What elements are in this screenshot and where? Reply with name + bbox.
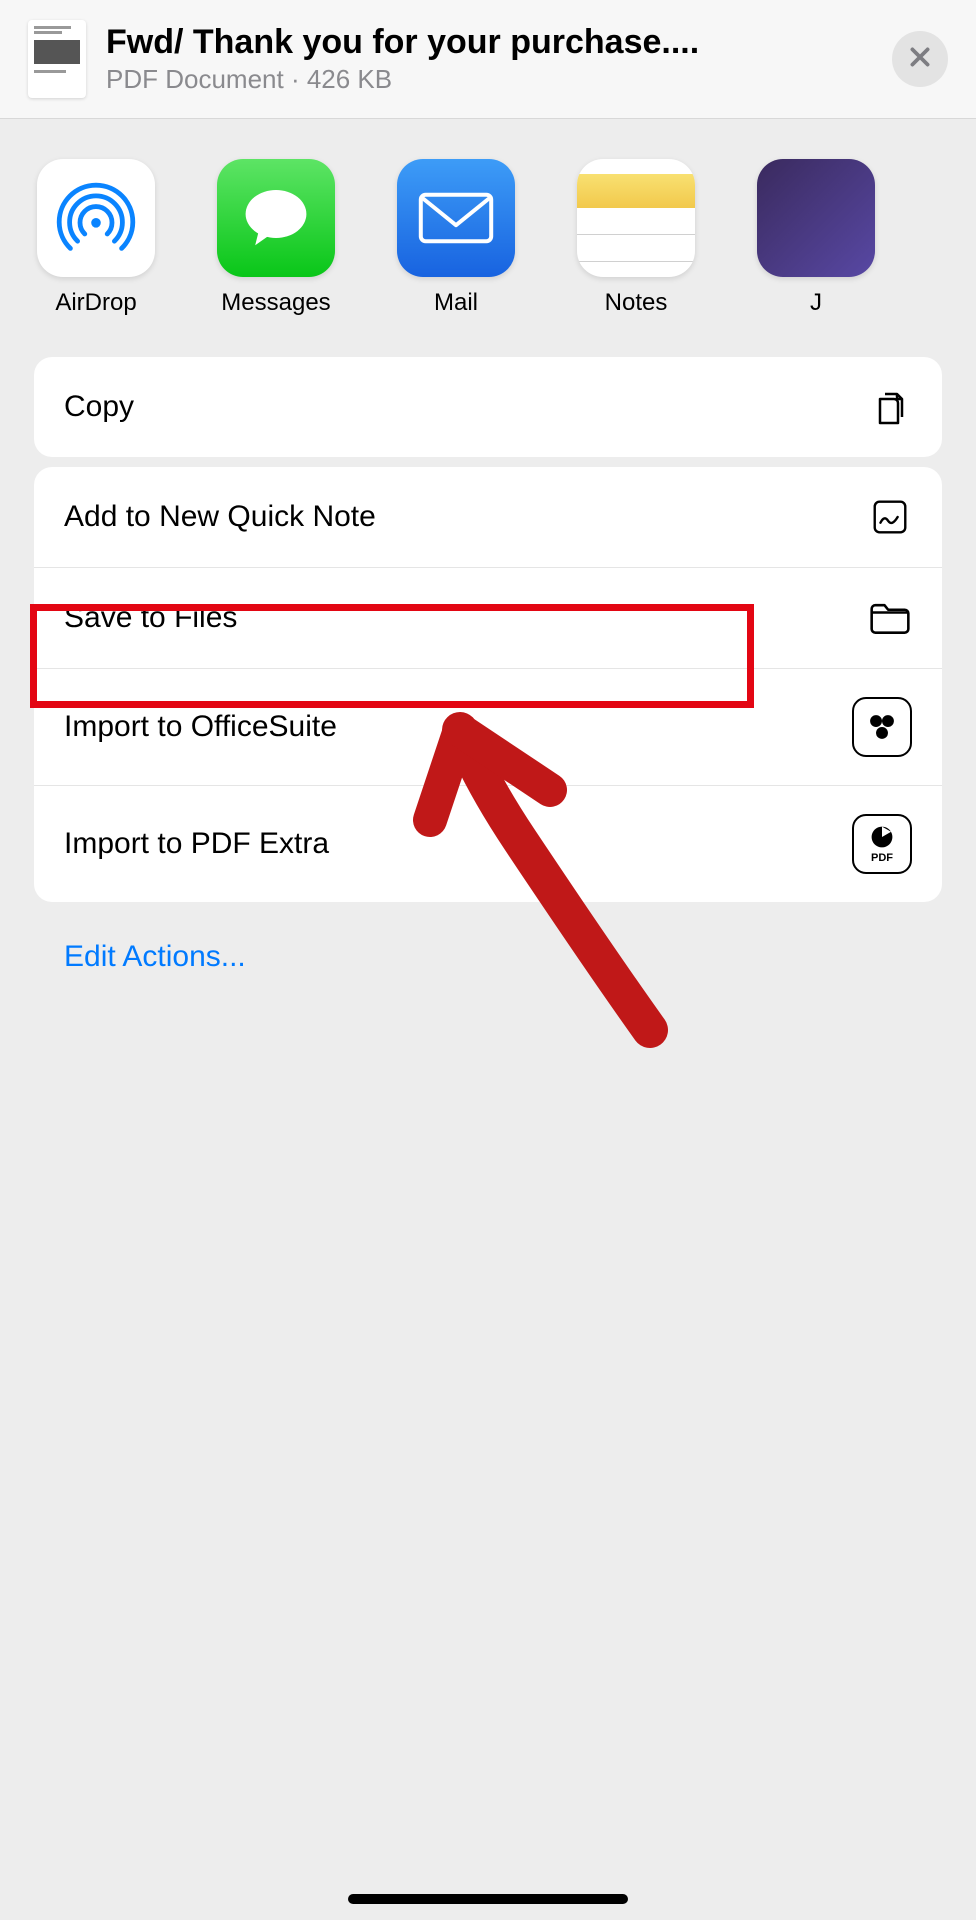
action-group-main: Add to New Quick Note Save to Files Impo… [34,467,942,902]
document-title: Fwd/ Thank you for your purchase.... [106,23,872,62]
app-label: Mail [434,289,478,317]
mail-icon [397,159,515,277]
import-pdfextra-action[interactable]: Import to PDF Extra PDF [34,786,942,902]
share-apps-row[interactable]: AirDrop Messages Mail Notes J [0,119,976,347]
share-app-notes[interactable]: Notes [576,159,696,317]
app-label: Notes [605,289,668,317]
share-app-journal[interactable]: J [756,159,876,317]
action-label: Copy [64,390,134,424]
airdrop-icon [37,159,155,277]
quick-note-icon [868,495,912,539]
journal-icon [757,159,875,277]
pdfextra-icon: PDF [852,814,912,874]
messages-icon [217,159,335,277]
edit-actions-button[interactable]: Edit Actions... [0,912,976,1002]
save-to-files-action[interactable]: Save to Files [34,568,942,669]
copy-action[interactable]: Copy [34,357,942,457]
edit-actions-label: Edit Actions... [64,940,246,973]
home-indicator[interactable] [348,1894,628,1904]
notes-icon [577,159,695,277]
close-icon [907,44,933,75]
import-officesuite-action[interactable]: Import to OfficeSuite [34,669,942,786]
app-label: J [810,289,822,317]
pdf-badge-label: PDF [871,852,893,864]
action-label: Import to PDF Extra [64,827,329,861]
action-label: Import to OfficeSuite [64,710,337,744]
share-app-messages[interactable]: Messages [216,159,336,317]
app-label: Messages [221,289,330,317]
folder-icon [868,596,912,640]
officesuite-icon [852,697,912,757]
share-app-airdrop[interactable]: AirDrop [36,159,156,317]
add-to-quick-note-action[interactable]: Add to New Quick Note [34,467,942,568]
document-subtitle: PDF Document · 426 KB [106,64,872,95]
app-label: AirDrop [55,289,136,317]
share-app-mail[interactable]: Mail [396,159,516,317]
share-sheet-header: Fwd/ Thank you for your purchase.... PDF… [0,0,976,119]
copy-icon [868,385,912,429]
action-label: Save to Files [64,601,237,635]
action-group-copy: Copy [34,357,942,457]
close-button[interactable] [892,31,948,87]
action-label: Add to New Quick Note [64,500,376,534]
document-thumbnail [28,20,86,98]
